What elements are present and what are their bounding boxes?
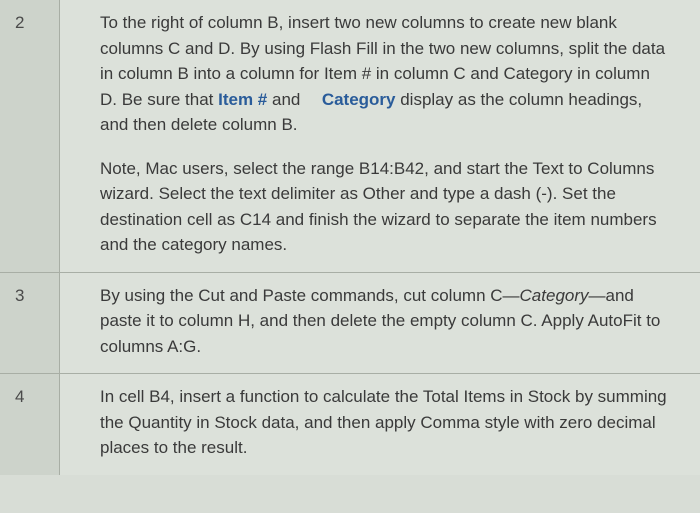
step-number: 2 bbox=[0, 0, 60, 272]
step-number: 3 bbox=[0, 273, 60, 374]
step-text: In cell B4, insert a function to calcula… bbox=[60, 374, 700, 475]
text-span: and bbox=[267, 90, 305, 109]
paragraph: By using the Cut and Paste commands, cut… bbox=[100, 283, 670, 360]
annotation-icon bbox=[309, 96, 317, 104]
step-text: To the right of column B, insert two new… bbox=[60, 0, 700, 272]
text-span: By using the Cut and Paste commands, cut… bbox=[100, 286, 520, 305]
paragraph: To the right of column B, insert two new… bbox=[100, 10, 670, 138]
italic-text: Category bbox=[520, 286, 589, 305]
paragraph: Note, Mac users, select the range B14:B4… bbox=[100, 156, 670, 258]
table-row: 4 In cell B4, insert a function to calcu… bbox=[0, 374, 700, 475]
step-text: By using the Cut and Paste commands, cut… bbox=[60, 273, 700, 374]
step-number: 4 bbox=[0, 374, 60, 475]
link-item-num[interactable]: Item # bbox=[218, 90, 267, 109]
link-category[interactable]: Category bbox=[322, 90, 396, 109]
paragraph: In cell B4, insert a function to calcula… bbox=[100, 384, 670, 461]
table-row: 3 By using the Cut and Paste commands, c… bbox=[0, 273, 700, 375]
table-row: 2 To the right of column B, insert two n… bbox=[0, 0, 700, 273]
instruction-table: 2 To the right of column B, insert two n… bbox=[0, 0, 700, 475]
